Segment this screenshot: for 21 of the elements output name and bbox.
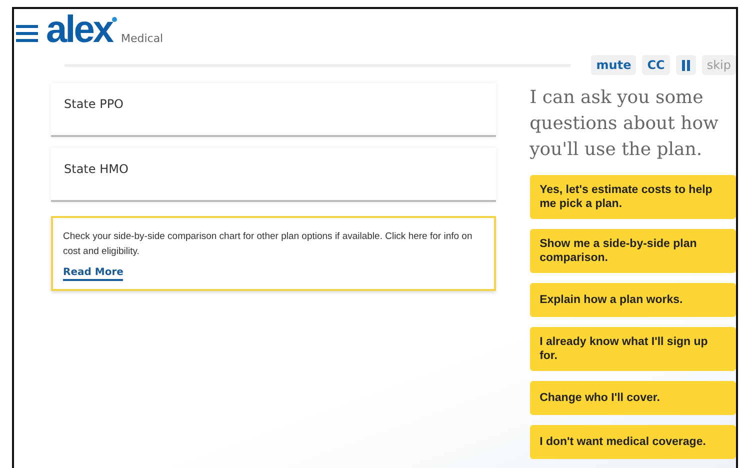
- choice-button[interactable]: I already know what I'll sign up for.: [530, 327, 736, 371]
- control-button[interactable]: mute: [591, 55, 636, 75]
- product-label: Medical: [120, 32, 164, 45]
- logo: alex: [46, 13, 112, 47]
- plan-card[interactable]: State PPO: [51, 83, 496, 137]
- control-button[interactable]: CC: [642, 55, 670, 75]
- read-more-link[interactable]: Read More: [63, 267, 124, 281]
- registered-dot-icon: [112, 17, 117, 22]
- choice-button[interactable]: Show me a side-by-side plan comparison.: [530, 229, 736, 273]
- choice-button[interactable]: Explain how a plan works.: [530, 283, 736, 317]
- choice-button[interactable]: Yes, let's estimate costs to help me pick a plan.: [530, 175, 736, 219]
- choice-button[interactable]: I don't want medical coverage.: [530, 425, 736, 459]
- plan-name: State HMO: [64, 162, 128, 176]
- plan-name: State PPO: [64, 97, 124, 111]
- plan-card[interactable]: State HMO: [51, 148, 496, 202]
- prompt-text: I can ask you some questions about how you'll use the plan.: [530, 86, 720, 162]
- choice-button[interactable]: Change who I'll cover.: [530, 381, 736, 415]
- menu-icon[interactable]: [16, 23, 38, 43]
- pause-icon: [680, 60, 691, 70]
- notice-text: Check your side-by-side comparison chart for other plan options if available. Click here for info on cost and eligibility.: [63, 230, 474, 259]
- pause-button[interactable]: [676, 55, 696, 75]
